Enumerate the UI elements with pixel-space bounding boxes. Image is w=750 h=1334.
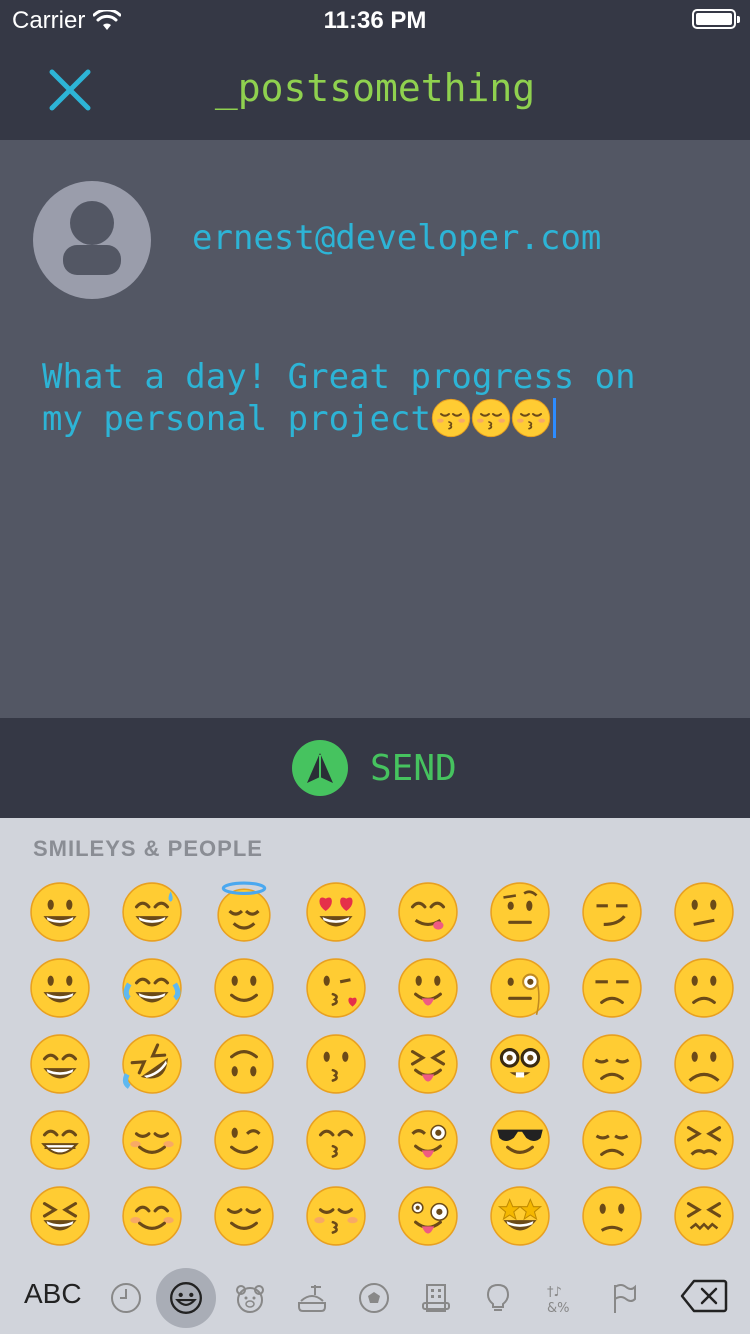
emoji-key-zany[interactable]	[382, 1178, 474, 1254]
flag-icon[interactable]	[596, 1270, 652, 1326]
emoji-key-confused[interactable]	[658, 874, 750, 950]
send-arrow-icon	[292, 740, 348, 796]
emoji-key-star-struck[interactable]	[474, 1178, 566, 1254]
animal-bear-icon[interactable]	[222, 1270, 278, 1326]
send-bar: SEND	[0, 718, 750, 818]
emoji-key-blush-relaxed[interactable]	[106, 1102, 198, 1178]
user-email: ernest@developer.com	[192, 218, 602, 258]
emoji-key-frowning[interactable]	[658, 1026, 750, 1102]
emoji-key-confounded[interactable]	[658, 1178, 750, 1254]
emoji-key-monocle[interactable]	[474, 950, 566, 1026]
emoji-key-yum[interactable]	[382, 874, 474, 950]
send-button[interactable]: SEND	[292, 740, 457, 796]
post-text-emoji	[431, 398, 551, 439]
emoji-key-upside-down[interactable]	[198, 1026, 290, 1102]
emoji-key-rofl[interactable]	[106, 1026, 198, 1102]
recent-clock-icon[interactable]	[98, 1270, 154, 1326]
kissing-closed-eyes-emoji	[511, 398, 551, 438]
emoji-key-tongue-out[interactable]	[382, 950, 474, 1026]
backspace-icon[interactable]	[680, 1278, 728, 1314]
text-cursor	[552, 398, 556, 438]
kissing-closed-eyes-emoji	[431, 398, 471, 438]
emoji-key-kissing[interactable]	[290, 1026, 382, 1102]
user-avatar-icon	[33, 181, 151, 299]
send-label: SEND	[370, 747, 457, 789]
sports-ball-icon[interactable]	[346, 1270, 402, 1326]
emoji-key-nerd[interactable]	[474, 1026, 566, 1102]
emoji-keyboard: SMILEYS & PEOPLE ABC †♪ &%	[0, 818, 750, 1334]
page-title: _postsomething	[214, 66, 536, 110]
emoji-key-relieved[interactable]	[198, 1178, 290, 1254]
emoji-key-joy[interactable]	[106, 950, 198, 1026]
emoji-key-kissing-smiling-eyes[interactable]	[290, 1102, 382, 1178]
keyboard-bottom-bar: ABC †♪ &%	[0, 1262, 750, 1334]
emoji-key-grin[interactable]	[14, 1102, 106, 1178]
compose-area: ernest@developer.com What a day! Great p…	[0, 140, 750, 718]
emoji-key-heart-eyes[interactable]	[290, 874, 382, 950]
emoji-key-persevere[interactable]	[658, 1102, 750, 1178]
battery-icon	[692, 9, 740, 29]
emoji-key-raised-eyebrow[interactable]	[474, 874, 566, 950]
emoji-key-kissing-closed-eyes[interactable]	[290, 1178, 382, 1254]
emoji-key-smirk[interactable]	[566, 874, 658, 950]
emoji-grid	[14, 874, 750, 1254]
emoji-key-sunglasses[interactable]	[474, 1102, 566, 1178]
svg-text:&%: &%	[547, 1301, 570, 1315]
emoji-key-wink-tongue[interactable]	[382, 1102, 474, 1178]
emoji-category-label: SMILEYS & PEOPLE	[33, 836, 263, 861]
emoji-key-kissing-heart[interactable]	[290, 950, 382, 1026]
emoji-key-blush[interactable]	[106, 1178, 198, 1254]
smiley-icon[interactable]	[156, 1268, 216, 1328]
food-icon[interactable]	[284, 1270, 340, 1326]
emoji-key-grinning-sweat[interactable]	[106, 874, 198, 950]
emoji-key-smile[interactable]	[14, 1026, 106, 1102]
abc-key[interactable]: ABC	[24, 1278, 82, 1310]
emoji-key-disappointed[interactable]	[566, 1026, 658, 1102]
emoji-key-worried[interactable]	[566, 1178, 658, 1254]
emoji-key-unamused[interactable]	[566, 950, 658, 1026]
emoji-key-wink[interactable]	[198, 1102, 290, 1178]
emoji-key-grinning[interactable]	[14, 874, 106, 950]
status-time: 11:36 PM	[323, 7, 427, 34]
emoji-key-pensive[interactable]	[566, 1102, 658, 1178]
nav-bar: _postsomething	[0, 40, 750, 140]
status-bar: Carrier 11:36 PM	[0, 0, 750, 40]
kissing-closed-eyes-emoji	[471, 398, 511, 438]
emoji-key-slight-smile[interactable]	[198, 950, 290, 1026]
emoji-key-squint-tongue[interactable]	[382, 1026, 474, 1102]
objects-bulb-icon[interactable]	[470, 1270, 526, 1326]
svg-text:†♪: †♪	[547, 1285, 562, 1300]
emoji-key-slight-frown[interactable]	[658, 950, 750, 1026]
emoji-key-innocent-halo[interactable]	[198, 874, 290, 950]
symbols-icon[interactable]: †♪ &%	[533, 1270, 589, 1326]
emoji-key-laughing[interactable]	[14, 1178, 106, 1254]
travel-building-icon[interactable]	[408, 1270, 464, 1326]
post-text-input[interactable]: What a day! Great progress on my persona…	[42, 356, 722, 440]
emoji-key-smiley[interactable]	[14, 950, 106, 1026]
